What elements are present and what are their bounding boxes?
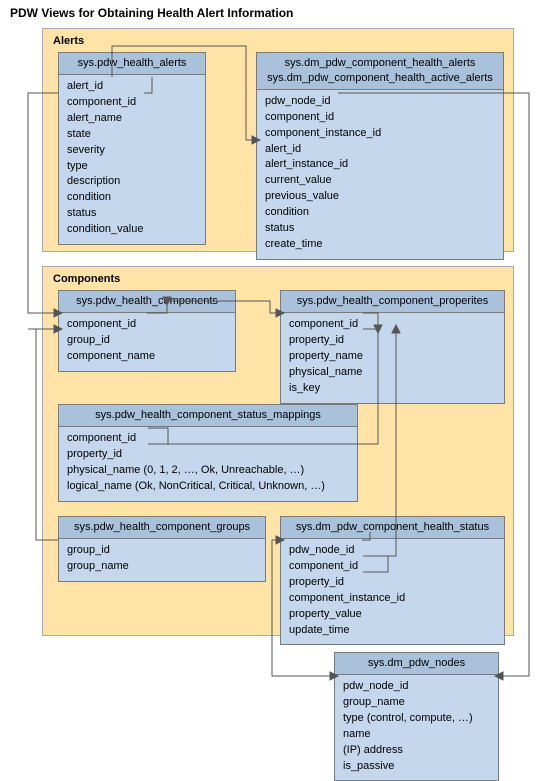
column: pdw_node_id [289, 543, 496, 559]
entity-title: sys.dm_pdw_component_health_alerts [261, 56, 499, 71]
entity-title: sys.dm_pdw_component_health_active_alert… [261, 71, 499, 86]
entity-body: pdw_node_id component_id component_insta… [257, 90, 503, 259]
column: property_id [67, 447, 349, 463]
entity-title: sys.dm_pdw_component_health_status [285, 520, 500, 535]
entity-body: group_id group_name [59, 539, 265, 581]
column: group_name [343, 695, 490, 711]
entity-body: component_id property_id property_name p… [281, 313, 504, 403]
entity-header: sys.pdw_health_component_properites [281, 291, 504, 313]
entity-header: sys.dm_pdw_component_health_alerts sys.d… [257, 53, 503, 90]
column: component_id [67, 95, 197, 111]
entity-component-groups: sys.pdw_health_component_groups group_id… [58, 516, 266, 582]
entity-component-health-status: sys.dm_pdw_component_health_status pdw_n… [280, 516, 505, 645]
entity-title: sys.dm_pdw_nodes [339, 656, 494, 671]
entity-header: sys.pdw_health_components [59, 291, 235, 313]
column: type (control, compute, …) [343, 711, 490, 727]
column: group_name [67, 559, 257, 575]
column: component_instance_id [265, 126, 495, 142]
column: component_instance_id [289, 591, 496, 607]
column: component_id [265, 110, 495, 126]
entity-title: sys.pdw_health_component_properites [285, 294, 500, 309]
column: property_id [289, 333, 496, 349]
entity-pdw-nodes: sys.dm_pdw_nodes pdw_node_id group_name … [334, 652, 499, 781]
entity-comp-health-alerts: sys.dm_pdw_component_health_alerts sys.d… [256, 52, 504, 260]
page-title: PDW Views for Obtaining Health Alert Inf… [10, 6, 293, 20]
column: pdw_node_id [265, 94, 495, 110]
column: type [67, 159, 197, 175]
entity-header: sys.pdw_health_alerts [59, 53, 205, 75]
column: name [343, 727, 490, 743]
column: (IP) address [343, 743, 490, 759]
column: condition [67, 190, 197, 206]
section-alerts-label: Alerts [53, 35, 84, 47]
entity-header: sys.dm_pdw_component_health_status [281, 517, 504, 539]
column: property_name [289, 349, 496, 365]
column: component_id [67, 431, 349, 447]
entity-body: component_id property_id physical_name (… [59, 427, 357, 501]
entity-status-mappings: sys.pdw_health_component_status_mappings… [58, 404, 358, 502]
column: property_id [289, 575, 496, 591]
entity-header: sys.dm_pdw_nodes [335, 653, 498, 675]
column: condition_value [67, 222, 197, 238]
column: group_id [67, 333, 227, 349]
column: update_time [289, 623, 496, 639]
entity-title: sys.pdw_health_component_groups [63, 520, 261, 535]
column: component_id [289, 559, 496, 575]
column: status [265, 221, 495, 237]
column: severity [67, 143, 197, 159]
entity-body: pdw_node_id group_name type (control, co… [335, 675, 498, 781]
column: create_time [265, 237, 495, 253]
column: pdw_node_id [343, 679, 490, 695]
entity-title: sys.pdw_health_alerts [63, 56, 201, 71]
section-components-label: Components [53, 273, 120, 285]
entity-title: sys.pdw_health_components [63, 294, 231, 309]
entity-header: sys.pdw_health_component_groups [59, 517, 265, 539]
column: condition [265, 205, 495, 221]
column: alert_name [67, 111, 197, 127]
entity-body: alert_id component_id alert_name state s… [59, 75, 205, 244]
entity-body: pdw_node_id component_id property_id com… [281, 539, 504, 645]
entity-health-component-properties: sys.pdw_health_component_properites comp… [280, 290, 505, 404]
column: physical_name (0, 1, 2, …, Ok, Unreachab… [67, 463, 349, 479]
entity-health-alerts: sys.pdw_health_alerts alert_id component… [58, 52, 206, 245]
column: component_id [289, 317, 496, 333]
column: physical_name [289, 365, 496, 381]
column: alert_id [67, 79, 197, 95]
entity-title: sys.pdw_health_component_status_mappings [63, 408, 353, 423]
entity-body: component_id group_id component_name [59, 313, 235, 371]
column: state [67, 127, 197, 143]
column: group_id [67, 543, 257, 559]
column: is_key [289, 381, 496, 397]
entity-header: sys.pdw_health_component_status_mappings [59, 405, 357, 427]
column: status [67, 206, 197, 222]
column: current_value [265, 173, 495, 189]
column: component_id [67, 317, 227, 333]
column: property_value [289, 607, 496, 623]
column: previous_value [265, 189, 495, 205]
column: is_passive [343, 759, 490, 775]
column: description [67, 174, 197, 190]
column: component_name [67, 349, 227, 365]
entity-health-components: sys.pdw_health_components component_id g… [58, 290, 236, 372]
column: logical_name (Ok, NonCritical, Critical,… [67, 479, 349, 495]
column: alert_instance_id [265, 157, 495, 173]
column: alert_id [265, 142, 495, 158]
